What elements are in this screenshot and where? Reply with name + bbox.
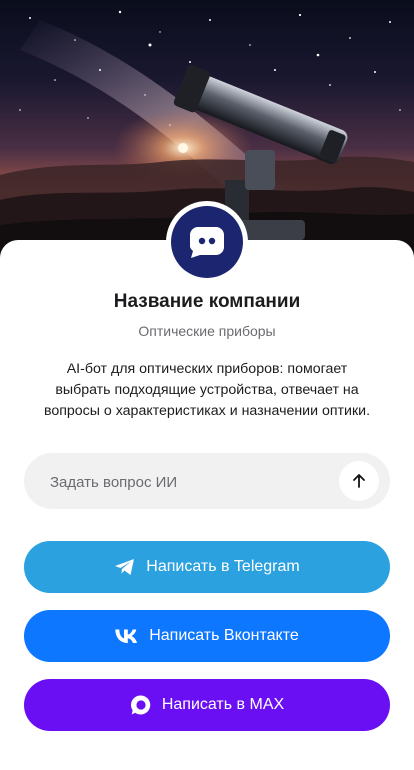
avatar (166, 201, 248, 283)
vk-button-label: Написать Вконтакте (149, 627, 299, 644)
vk-button[interactable]: Написать Вконтакте (24, 610, 390, 662)
ask-ai-input[interactable] (48, 453, 352, 511)
max-button-label: Написать в MAX (161, 696, 285, 713)
company-name: Название компании (113, 291, 301, 312)
telegram-button[interactable]: Написать в Telegram (24, 541, 390, 593)
arrow-up-icon (353, 474, 365, 488)
max-icon (130, 695, 151, 715)
telegram-icon (115, 559, 135, 575)
vk-icon (115, 629, 138, 643)
telegram-button-label: Написать в Telegram (146, 558, 300, 575)
ask-ai-field (24, 453, 390, 511)
bot-icon (190, 227, 224, 258)
company-description: AI-бот для оптических приборов: помогает… (43, 361, 371, 419)
company-category: Оптические приборы (138, 323, 276, 339)
send-button[interactable] (339, 461, 379, 501)
max-button[interactable]: Написать в MAX (24, 679, 390, 731)
